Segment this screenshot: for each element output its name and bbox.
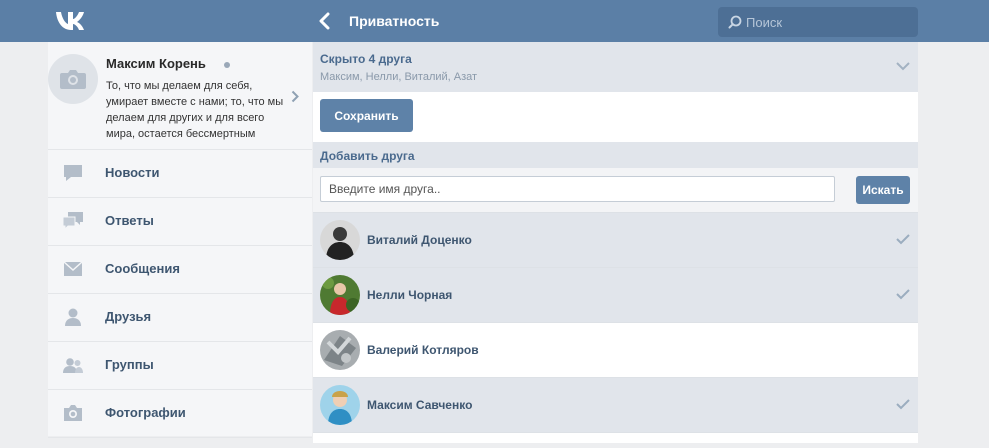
back-icon[interactable]	[318, 12, 332, 30]
friend-avatar	[320, 275, 360, 315]
replies-icon	[62, 212, 83, 231]
sidebar-item-next[interactable]	[48, 437, 312, 448]
avatar[interactable]	[48, 54, 98, 104]
sidebar-item-label: Ответы	[105, 213, 154, 228]
news-icon	[64, 165, 82, 181]
sidebar-item-photos[interactable]: Фотографии	[48, 389, 312, 437]
hidden-friends-summary[interactable]: Скрыто 4 друга Максим, Нелли, Виталий, А…	[313, 42, 918, 92]
sidebar-item-replies[interactable]: Ответы	[48, 197, 312, 245]
profile-name: Максим Корень	[106, 56, 206, 71]
privacy-panel: Скрыто 4 друга Максим, Нелли, Виталий, А…	[313, 42, 918, 443]
friend-name: Виталий Доценко	[367, 233, 472, 247]
sidebar-item-label: Новости	[105, 165, 160, 180]
search-button[interactable]: Искать	[856, 176, 910, 204]
friends-icon	[65, 308, 81, 326]
search-box[interactable]	[718, 7, 918, 37]
search-icon	[728, 15, 742, 29]
vk-logo-icon[interactable]	[54, 9, 88, 31]
sidebar-item-label: Сообщения	[105, 261, 180, 276]
checkmark-icon	[896, 234, 910, 245]
add-friend-area: Искать	[313, 168, 918, 212]
profile-card[interactable]: Максим Корень То, что мы делаем для себя…	[48, 42, 312, 149]
sidebar-item-friends[interactable]: Друзья	[48, 293, 312, 341]
friend-avatar	[320, 385, 360, 425]
top-bar: Приватность	[0, 0, 989, 42]
friend-name-input[interactable]	[320, 176, 835, 202]
friend-row[interactable]: Максим Савченко	[313, 377, 918, 432]
friend-row[interactable]: Валерий Котляров	[313, 322, 918, 377]
add-friend-title: Добавить друга	[320, 149, 415, 163]
hidden-count-title: Скрыто 4 друга	[320, 52, 412, 66]
sidebar: Максим Корень То, что мы делаем для себя…	[48, 42, 312, 438]
friend-avatar	[320, 330, 360, 370]
chevron-down-icon[interactable]	[895, 61, 911, 71]
sidebar-item-label: Группы	[105, 357, 154, 372]
camera-icon	[60, 70, 86, 89]
friend-row[interactable]	[313, 432, 918, 443]
sidebar-menu: Новости Ответы Сообщения Друзья Группы Ф…	[48, 149, 312, 448]
page-title: Приватность	[349, 13, 440, 29]
save-area: Сохранить	[313, 92, 918, 142]
online-indicator	[224, 62, 230, 68]
checkmark-icon	[896, 289, 910, 300]
messages-icon	[63, 261, 83, 276]
add-friend-header: Добавить друга	[313, 142, 918, 168]
friend-row[interactable]: Нелли Чорная	[313, 267, 918, 322]
groups-icon	[63, 358, 83, 373]
friend-name: Нелли Чорная	[367, 288, 453, 302]
friend-avatar	[320, 220, 360, 260]
save-button[interactable]: Сохранить	[320, 99, 413, 132]
sidebar-item-label: Друзья	[105, 309, 152, 324]
sidebar-item-label: Фотографии	[105, 405, 186, 420]
friend-name: Максим Савченко	[367, 398, 473, 412]
hidden-names: Максим, Нелли, Виталий, Азат	[320, 71, 478, 83]
checkmark-icon	[896, 399, 910, 410]
friend-row[interactable]: Виталий Доценко	[313, 212, 918, 267]
search-input[interactable]	[746, 7, 911, 37]
profile-status: То, что мы делаем для себя, умирает вмес…	[106, 80, 284, 140]
sidebar-item-news[interactable]: Новости	[48, 149, 312, 197]
chevron-right-icon	[291, 90, 299, 103]
sidebar-item-groups[interactable]: Группы	[48, 341, 312, 389]
sidebar-item-messages[interactable]: Сообщения	[48, 245, 312, 293]
photos-icon	[64, 405, 82, 421]
friend-name: Валерий Котляров	[367, 343, 479, 357]
